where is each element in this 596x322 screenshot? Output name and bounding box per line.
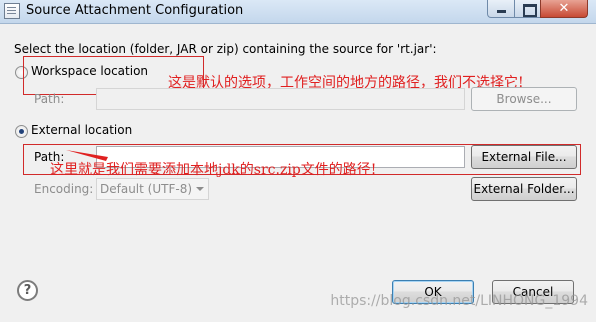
watermark-text: https://blog.csdn.net/LINHONG_1994 [330,293,588,309]
encoding-label: Encoding: [34,182,94,196]
help-icon[interactable]: ? [17,280,38,301]
external-location-label[interactable]: External location [31,123,132,137]
dialog-app-icon [4,3,20,19]
workspace-path-field[interactable] [96,88,465,110]
window-title: Source Attachment Configuration [26,3,244,18]
external-folder-button[interactable]: External Folder... [471,177,577,201]
external-location-radio[interactable] [15,125,28,138]
minimize-button[interactable] [487,0,515,18]
external-annotation: 这里就是我们需要添加本地jdk的src.zip文件的路径! [50,162,377,178]
browse-button[interactable]: Browse... [471,87,577,111]
encoding-select[interactable]: Default (UTF-8) [96,178,209,200]
chevron-down-icon [196,187,204,191]
close-icon: ✕ [558,1,570,16]
instruction-text: Select the location (folder, JAR or zip)… [14,42,437,56]
title-bar: Source Attachment Configuration ✕ [0,0,596,24]
workspace-path-label: Path: [34,92,65,106]
maximize-button[interactable] [514,0,541,18]
close-button[interactable]: ✕ [540,0,588,18]
encoding-value: Default (UTF-8) [100,182,193,196]
